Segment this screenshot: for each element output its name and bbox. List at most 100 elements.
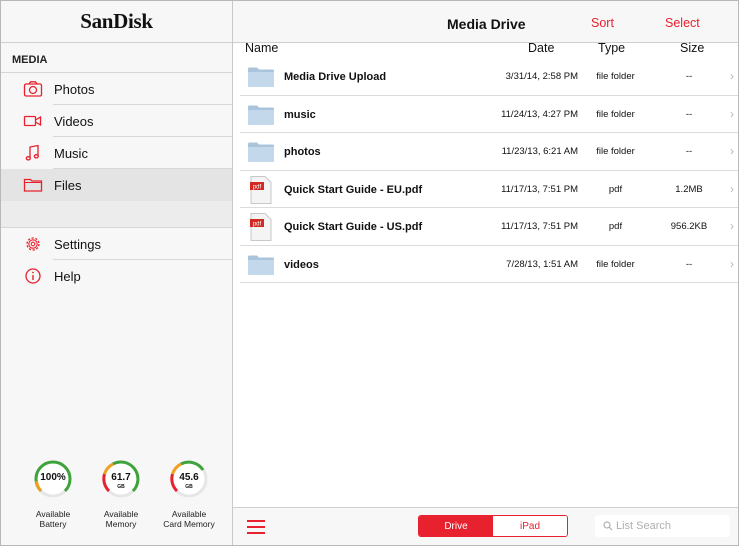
top-bar: Media Drive Sort Select [233, 1, 738, 43]
storage-gauges: 100% Available Battery 61.7 GB Available… [1, 459, 233, 545]
sort-button[interactable]: Sort [591, 16, 614, 30]
file-row[interactable]: videos 7/28/13, 1:51 AM file folder -- › [240, 246, 738, 283]
camera-icon [23, 81, 43, 97]
source-segmented-control: Drive iPad [418, 515, 568, 537]
card-memory-value: 45.6 [179, 472, 199, 483]
file-name: Quick Start Guide - US.pdf [284, 221, 423, 233]
gauge-label-line: Available [103, 509, 139, 519]
file-date: 11/23/13, 6:21 AM [501, 146, 578, 157]
video-camera-icon [23, 115, 42, 127]
file-date: 7/28/13, 1:51 AM [506, 258, 578, 270]
battery-value: 100% [40, 472, 66, 483]
sidebar-item-photos[interactable]: Photos [1, 73, 232, 105]
sidebar-item-label: Music [54, 145, 88, 161]
search-icon [603, 521, 613, 531]
music-note-icon [25, 144, 39, 161]
sidebar-item-music[interactable]: Music [1, 137, 232, 169]
gauge-label-line: Available [35, 509, 71, 519]
sidebar-item-label: Settings [54, 236, 101, 252]
file-row[interactable]: Media Drive Upload 3/31/14, 2:58 PM file f… [240, 58, 738, 96]
battery-label: Available Battery [23, 509, 83, 529]
sidebar: SanDisk MEDIA Photos Videos Music Files … [1, 1, 233, 545]
pdf-badge: pdf [253, 184, 262, 190]
file-name: music [284, 108, 316, 121]
file-name: Media Drive Upload [284, 71, 387, 83]
pdf-file-icon: pdf [250, 175, 272, 204]
segment-drive[interactable]: Drive [419, 516, 493, 536]
menu-icon[interactable] [247, 520, 265, 534]
file-size: -- [685, 146, 693, 157]
file-size: -- [685, 71, 693, 82]
sidebar-item-label: Help [54, 268, 81, 284]
column-headers: Name Date Type Size [233, 41, 738, 58]
segment-ipad[interactable]: iPad [493, 516, 567, 536]
sidebar-item-label: Videos [54, 113, 94, 129]
app-window: SanDisk MEDIA Photos Videos Music Files … [0, 0, 739, 546]
file-name: videos [284, 258, 319, 271]
sidebar-item-label: Photos [54, 81, 95, 97]
file-size: 956.2KB [670, 221, 708, 232]
bottom-toolbar: Drive iPad List Search [233, 507, 738, 545]
file-size: -- [685, 108, 693, 120]
card-memory-unit: GB [185, 484, 193, 490]
column-header-size[interactable]: Size [680, 41, 704, 55]
file-date: 11/17/13, 7:51 PM [501, 221, 578, 232]
file-type: file folder [596, 71, 635, 82]
file-row[interactable]: photos 11/23/13, 6:21 AM file folder -- › [240, 133, 738, 171]
card-memory-gauge: 45.6 GB [169, 459, 209, 499]
file-date: 11/17/13, 7:51 PM [501, 183, 578, 195]
folder-icon [248, 67, 274, 87]
column-header-type[interactable]: Type [598, 41, 625, 55]
file-size: -- [685, 258, 693, 270]
memory-label: Available Memory [91, 509, 151, 529]
file-row[interactable]: pdf Quick Start Guide - EU.pdf 11/17/13, 7… [240, 171, 738, 208]
gauge-label-line: Card Memory [163, 519, 215, 529]
sidebar-item-files[interactable]: Files [1, 169, 232, 201]
file-name: photos [284, 146, 321, 158]
select-button[interactable]: Select [665, 16, 700, 30]
chevron-right-icon: › [730, 69, 734, 83]
gauge-label-line: Memory [105, 519, 137, 529]
folder-icon [23, 178, 43, 192]
battery-gauge: 100% [33, 459, 73, 499]
gear-icon [26, 237, 40, 251]
folder-icon [248, 105, 274, 125]
file-row[interactable]: pdf Quick Start Guide - US.pdf 11/17/13, 7… [240, 208, 738, 246]
chevron-right-icon: › [730, 144, 734, 158]
chevron-right-icon: › [730, 106, 734, 121]
column-header-date[interactable]: Date [528, 41, 554, 55]
brand-logo: SanDisk [1, 1, 232, 43]
card-memory-label: Available Card Memory [159, 509, 219, 529]
file-size: 1.2MB [675, 183, 703, 195]
chevron-right-icon: › [730, 181, 734, 196]
memory-value: 61.7 [111, 472, 131, 483]
file-name: Quick Start Guide - EU.pdf [284, 183, 423, 196]
file-type: file folder [596, 146, 635, 157]
sidebar-item-settings[interactable]: Settings [1, 228, 232, 260]
gauge-label-line: Battery [39, 519, 67, 529]
pdf-file-icon: pdf [250, 213, 272, 241]
gauge-label-line: Available [171, 509, 207, 519]
file-date: 11/24/13, 4:27 PM [501, 108, 578, 120]
page-title: Media Drive [447, 16, 526, 32]
file-type: pdf [608, 183, 623, 195]
sidebar-item-label: Files [54, 177, 82, 193]
memory-gauge: 61.7 GB [101, 459, 141, 499]
sidebar-spacer [1, 201, 232, 228]
file-list: Media Drive Upload 3/31/14, 2:58 PM file f… [240, 58, 738, 283]
media-section-label: MEDIA [1, 43, 232, 73]
file-date: 3/31/14, 2:58 PM [505, 71, 578, 82]
file-type: pdf [608, 221, 623, 232]
chevron-right-icon: › [730, 219, 734, 233]
folder-icon [248, 255, 274, 275]
list-search-input[interactable]: List Search [595, 515, 730, 537]
file-row[interactable]: music 11/24/13, 4:27 PM file folder -- › [240, 96, 738, 133]
memory-unit: GB [117, 484, 125, 490]
main-panel: Media Drive Sort Select Name Date Type S… [233, 1, 738, 545]
folder-icon [248, 142, 274, 162]
column-header-name[interactable]: Name [245, 41, 278, 55]
sidebar-item-help[interactable]: Help [1, 260, 232, 292]
chevron-right-icon: › [730, 256, 734, 271]
info-icon [25, 268, 41, 284]
sidebar-item-videos[interactable]: Videos [1, 105, 232, 137]
